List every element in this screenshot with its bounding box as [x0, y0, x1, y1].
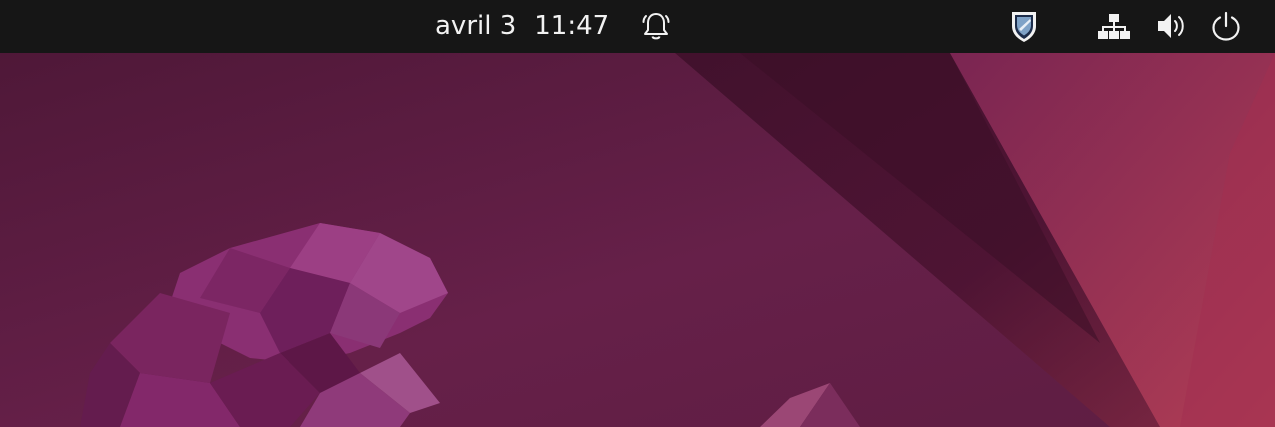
- clock-button[interactable]: avril 3 11:47: [435, 10, 609, 42]
- desktop-wallpaper: [0, 53, 1275, 427]
- network-icon[interactable]: [1096, 8, 1132, 44]
- notification-bell-icon[interactable]: [638, 8, 674, 44]
- power-icon[interactable]: [1208, 8, 1244, 44]
- volume-icon[interactable]: [1153, 8, 1189, 44]
- date-label: avril 3: [435, 11, 517, 41]
- security-shield-icon[interactable]: [1006, 8, 1042, 44]
- time-label: 11:47: [534, 11, 610, 41]
- top-bar: avril 3 11:47: [0, 0, 1275, 53]
